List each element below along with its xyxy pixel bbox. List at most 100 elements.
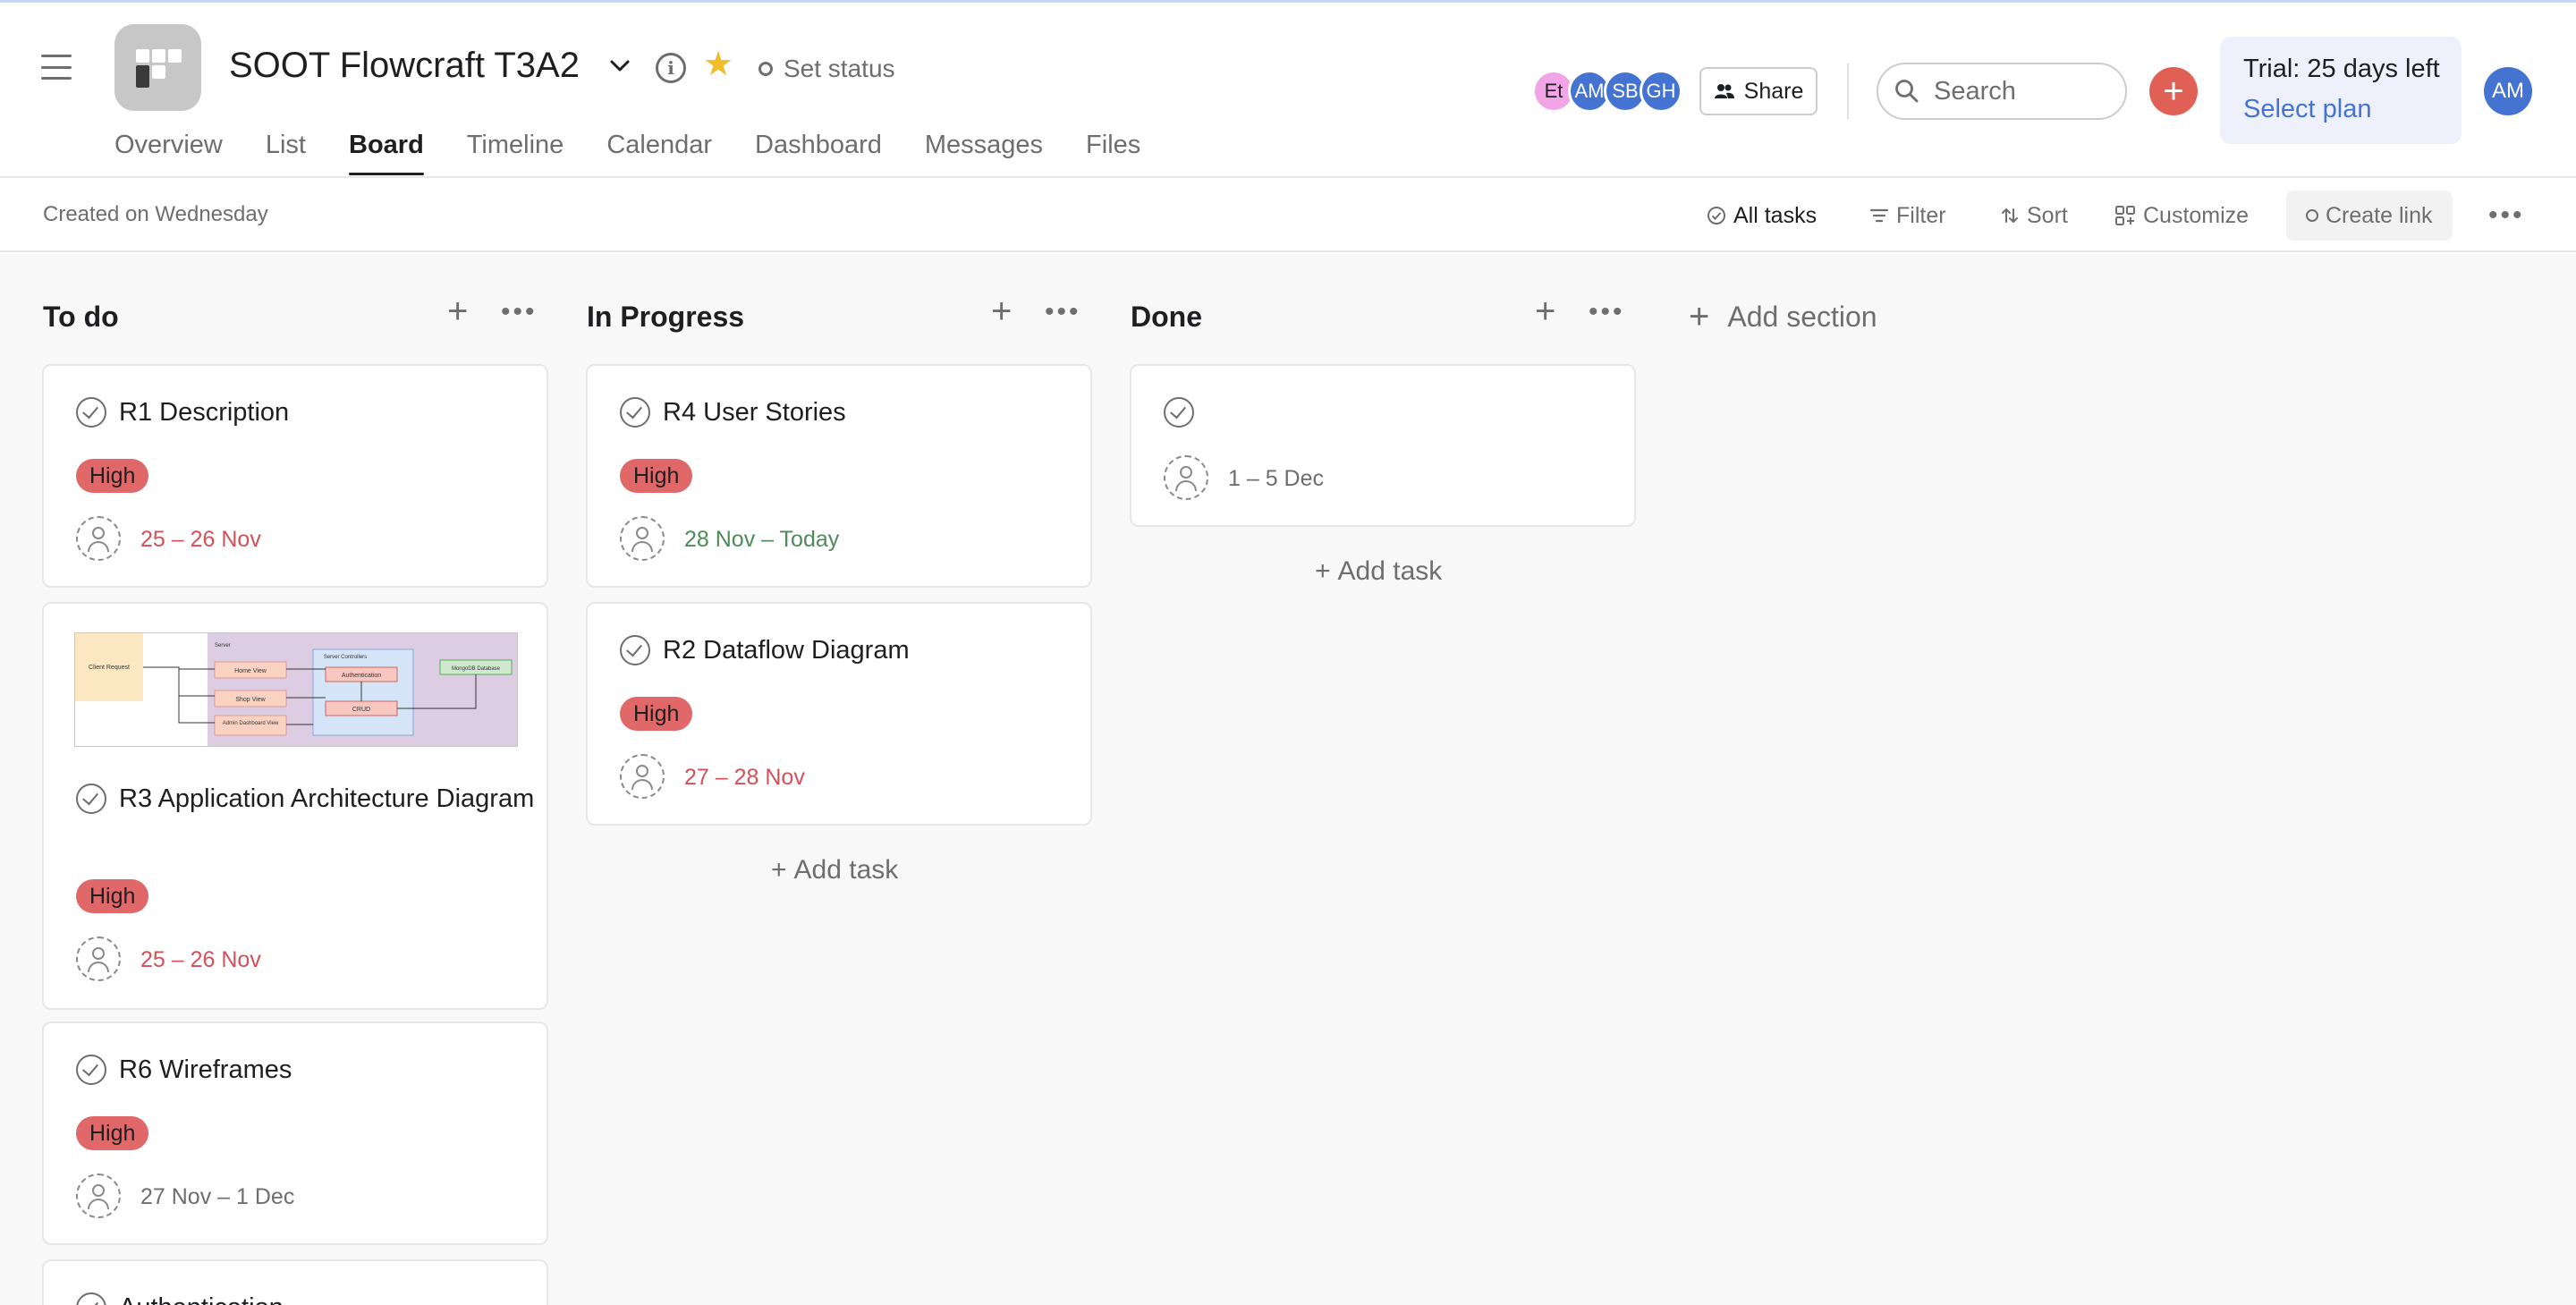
add-button[interactable]: + (2149, 67, 2198, 115)
task-card[interactable]: R4 User Stories High 28 Nov – Today (586, 364, 1092, 588)
column-title-in-progress: In Progress (587, 301, 745, 333)
complete-check-icon[interactable] (620, 635, 650, 665)
plus-icon: + (2163, 72, 2184, 111)
assignee-icon[interactable] (620, 516, 665, 561)
assignee-icon[interactable] (76, 1174, 121, 1218)
diagram-label: Client Request (89, 665, 130, 671)
tab-timeline[interactable]: Timeline (467, 131, 564, 174)
plus-icon: + (1315, 556, 1331, 586)
priority-badge[interactable]: High (76, 879, 149, 913)
more-options-icon[interactable]: ••• (2488, 202, 2525, 229)
priority-badge[interactable]: High (620, 459, 693, 493)
assignee-icon[interactable] (76, 516, 121, 561)
due-date[interactable]: 27 Nov – 1 Dec (140, 1184, 294, 1210)
priority-badge[interactable]: High (620, 697, 693, 731)
task-card[interactable]: Client Request Server Home View Shop Vie… (42, 602, 548, 1010)
diagram-label: Server Controllers (324, 655, 367, 660)
add-task-plus-icon[interactable]: + (991, 293, 1012, 329)
trial-banner[interactable]: Trial: 25 days left Select plan (2220, 37, 2462, 144)
column-more-icon[interactable]: ••• (1045, 299, 1081, 326)
due-date[interactable]: 28 Nov – Today (684, 527, 839, 553)
project-icon[interactable] (114, 24, 201, 111)
assignee-icon[interactable] (1164, 455, 1208, 500)
avatar[interactable]: GH (1640, 70, 1682, 113)
search-icon (1895, 80, 1919, 103)
check-circle-icon (1707, 207, 1725, 225)
task-card[interactable]: R1 Description High 25 – 26 Nov (42, 364, 548, 588)
task-card[interactable]: R6 Wireframes High 27 Nov – 1 Dec (42, 1021, 548, 1245)
sort-button[interactable]: Sort (2000, 200, 2068, 231)
tab-dashboard[interactable]: Dashboard (755, 131, 882, 174)
created-info: Created on Wednesday (43, 202, 268, 226)
tab-calendar[interactable]: Calendar (606, 131, 712, 174)
complete-check-icon[interactable] (76, 1055, 106, 1085)
diagram-label: Admin Dashboard View (223, 721, 279, 726)
set-status-label: Set status (784, 55, 895, 82)
share-button[interactable]: Share (1699, 67, 1818, 115)
diagram-thumbnail[interactable]: Client Request Server Home View Shop Vie… (74, 632, 518, 747)
divider (1847, 64, 1849, 119)
column-title-done: Done (1131, 301, 1202, 333)
status-circle-icon (2306, 209, 2318, 222)
menu-icon[interactable] (41, 55, 72, 80)
column-more-icon[interactable]: ••• (1589, 299, 1625, 326)
select-plan-link[interactable]: Select plan (2243, 95, 2462, 124)
project-tabs: Overview List Board Timeline Calendar Da… (114, 131, 1140, 175)
tab-messages[interactable]: Messages (925, 131, 1043, 174)
diagram-label: MongoDB Database (452, 666, 501, 672)
board-toolbar: Created on Wednesday All tasks Filter So… (0, 179, 2576, 252)
project-header: SOOT Flowcraft T3A2 i ★ Set status Et AM… (0, 3, 2576, 178)
plus-icon: + (771, 855, 787, 885)
tab-board[interactable]: Board (349, 131, 424, 175)
chevron-down-icon[interactable] (606, 53, 633, 80)
project-title[interactable]: SOOT Flowcraft T3A2 (229, 46, 580, 86)
search-input[interactable]: Search (1877, 63, 2127, 120)
task-card[interactable]: R2 Dataflow Diagram High 27 – 28 Nov (586, 602, 1092, 826)
due-date[interactable]: 25 – 26 Nov (140, 947, 261, 973)
due-date[interactable]: 25 – 26 Nov (140, 527, 261, 553)
filter-button[interactable]: Filter (1869, 200, 1946, 231)
due-date[interactable]: 1 – 5 Dec (1228, 466, 1324, 492)
add-task-button[interactable]: + Add task (1315, 556, 1442, 587)
task-title: Authentication (76, 1288, 284, 1305)
diagram-label: Server (215, 643, 231, 648)
complete-check-icon[interactable] (76, 784, 106, 814)
add-task-plus-icon[interactable]: + (447, 293, 468, 329)
add-section-button[interactable]: + Add section (1689, 299, 1877, 335)
info-icon[interactable]: i (656, 53, 686, 83)
assignee-icon[interactable] (620, 754, 665, 799)
create-link-button[interactable]: Create link (2286, 191, 2453, 241)
priority-badge[interactable]: High (76, 1116, 149, 1150)
complete-check-icon[interactable] (1164, 397, 1194, 428)
task-card[interactable]: Authentication (42, 1259, 548, 1305)
add-task-button[interactable]: + Add task (771, 855, 898, 886)
sort-icon (2002, 208, 2018, 223)
set-status-button[interactable]: Set status (758, 55, 895, 83)
tab-files[interactable]: Files (1086, 131, 1140, 174)
board: To do + ••• R1 Description High 25 – 26 … (0, 254, 2576, 1305)
complete-check-icon[interactable] (76, 397, 106, 428)
priority-badge[interactable]: High (76, 459, 149, 493)
customize-button[interactable]: Customize (2114, 200, 2249, 231)
diagram-label: CRUD (352, 707, 370, 713)
complete-check-icon[interactable] (76, 1292, 106, 1305)
all-tasks-button[interactable]: All tasks (1707, 200, 1817, 231)
status-circle-icon (758, 62, 773, 76)
add-task-plus-icon[interactable]: + (1535, 293, 1555, 329)
tab-list[interactable]: List (266, 131, 306, 174)
tab-overview[interactable]: Overview (114, 131, 223, 174)
diagram-label: Authentication (342, 673, 381, 679)
task-title: R6 Wireframes (76, 1050, 292, 1089)
column-more-icon[interactable]: ••• (501, 299, 538, 326)
star-icon[interactable]: ★ (703, 47, 733, 81)
filter-icon (1869, 208, 1889, 223)
complete-check-icon[interactable] (620, 397, 650, 428)
task-title: R2 Dataflow Diagram (620, 631, 910, 670)
diagram-label: Home View (234, 668, 267, 674)
assignee-icon[interactable] (76, 936, 121, 981)
user-avatar[interactable]: AM (2484, 67, 2532, 115)
task-title: R4 User Stories (620, 393, 846, 432)
people-icon (1714, 84, 1734, 98)
due-date[interactable]: 27 – 28 Nov (684, 765, 805, 791)
task-card[interactable]: 1 – 5 Dec (1130, 364, 1636, 527)
